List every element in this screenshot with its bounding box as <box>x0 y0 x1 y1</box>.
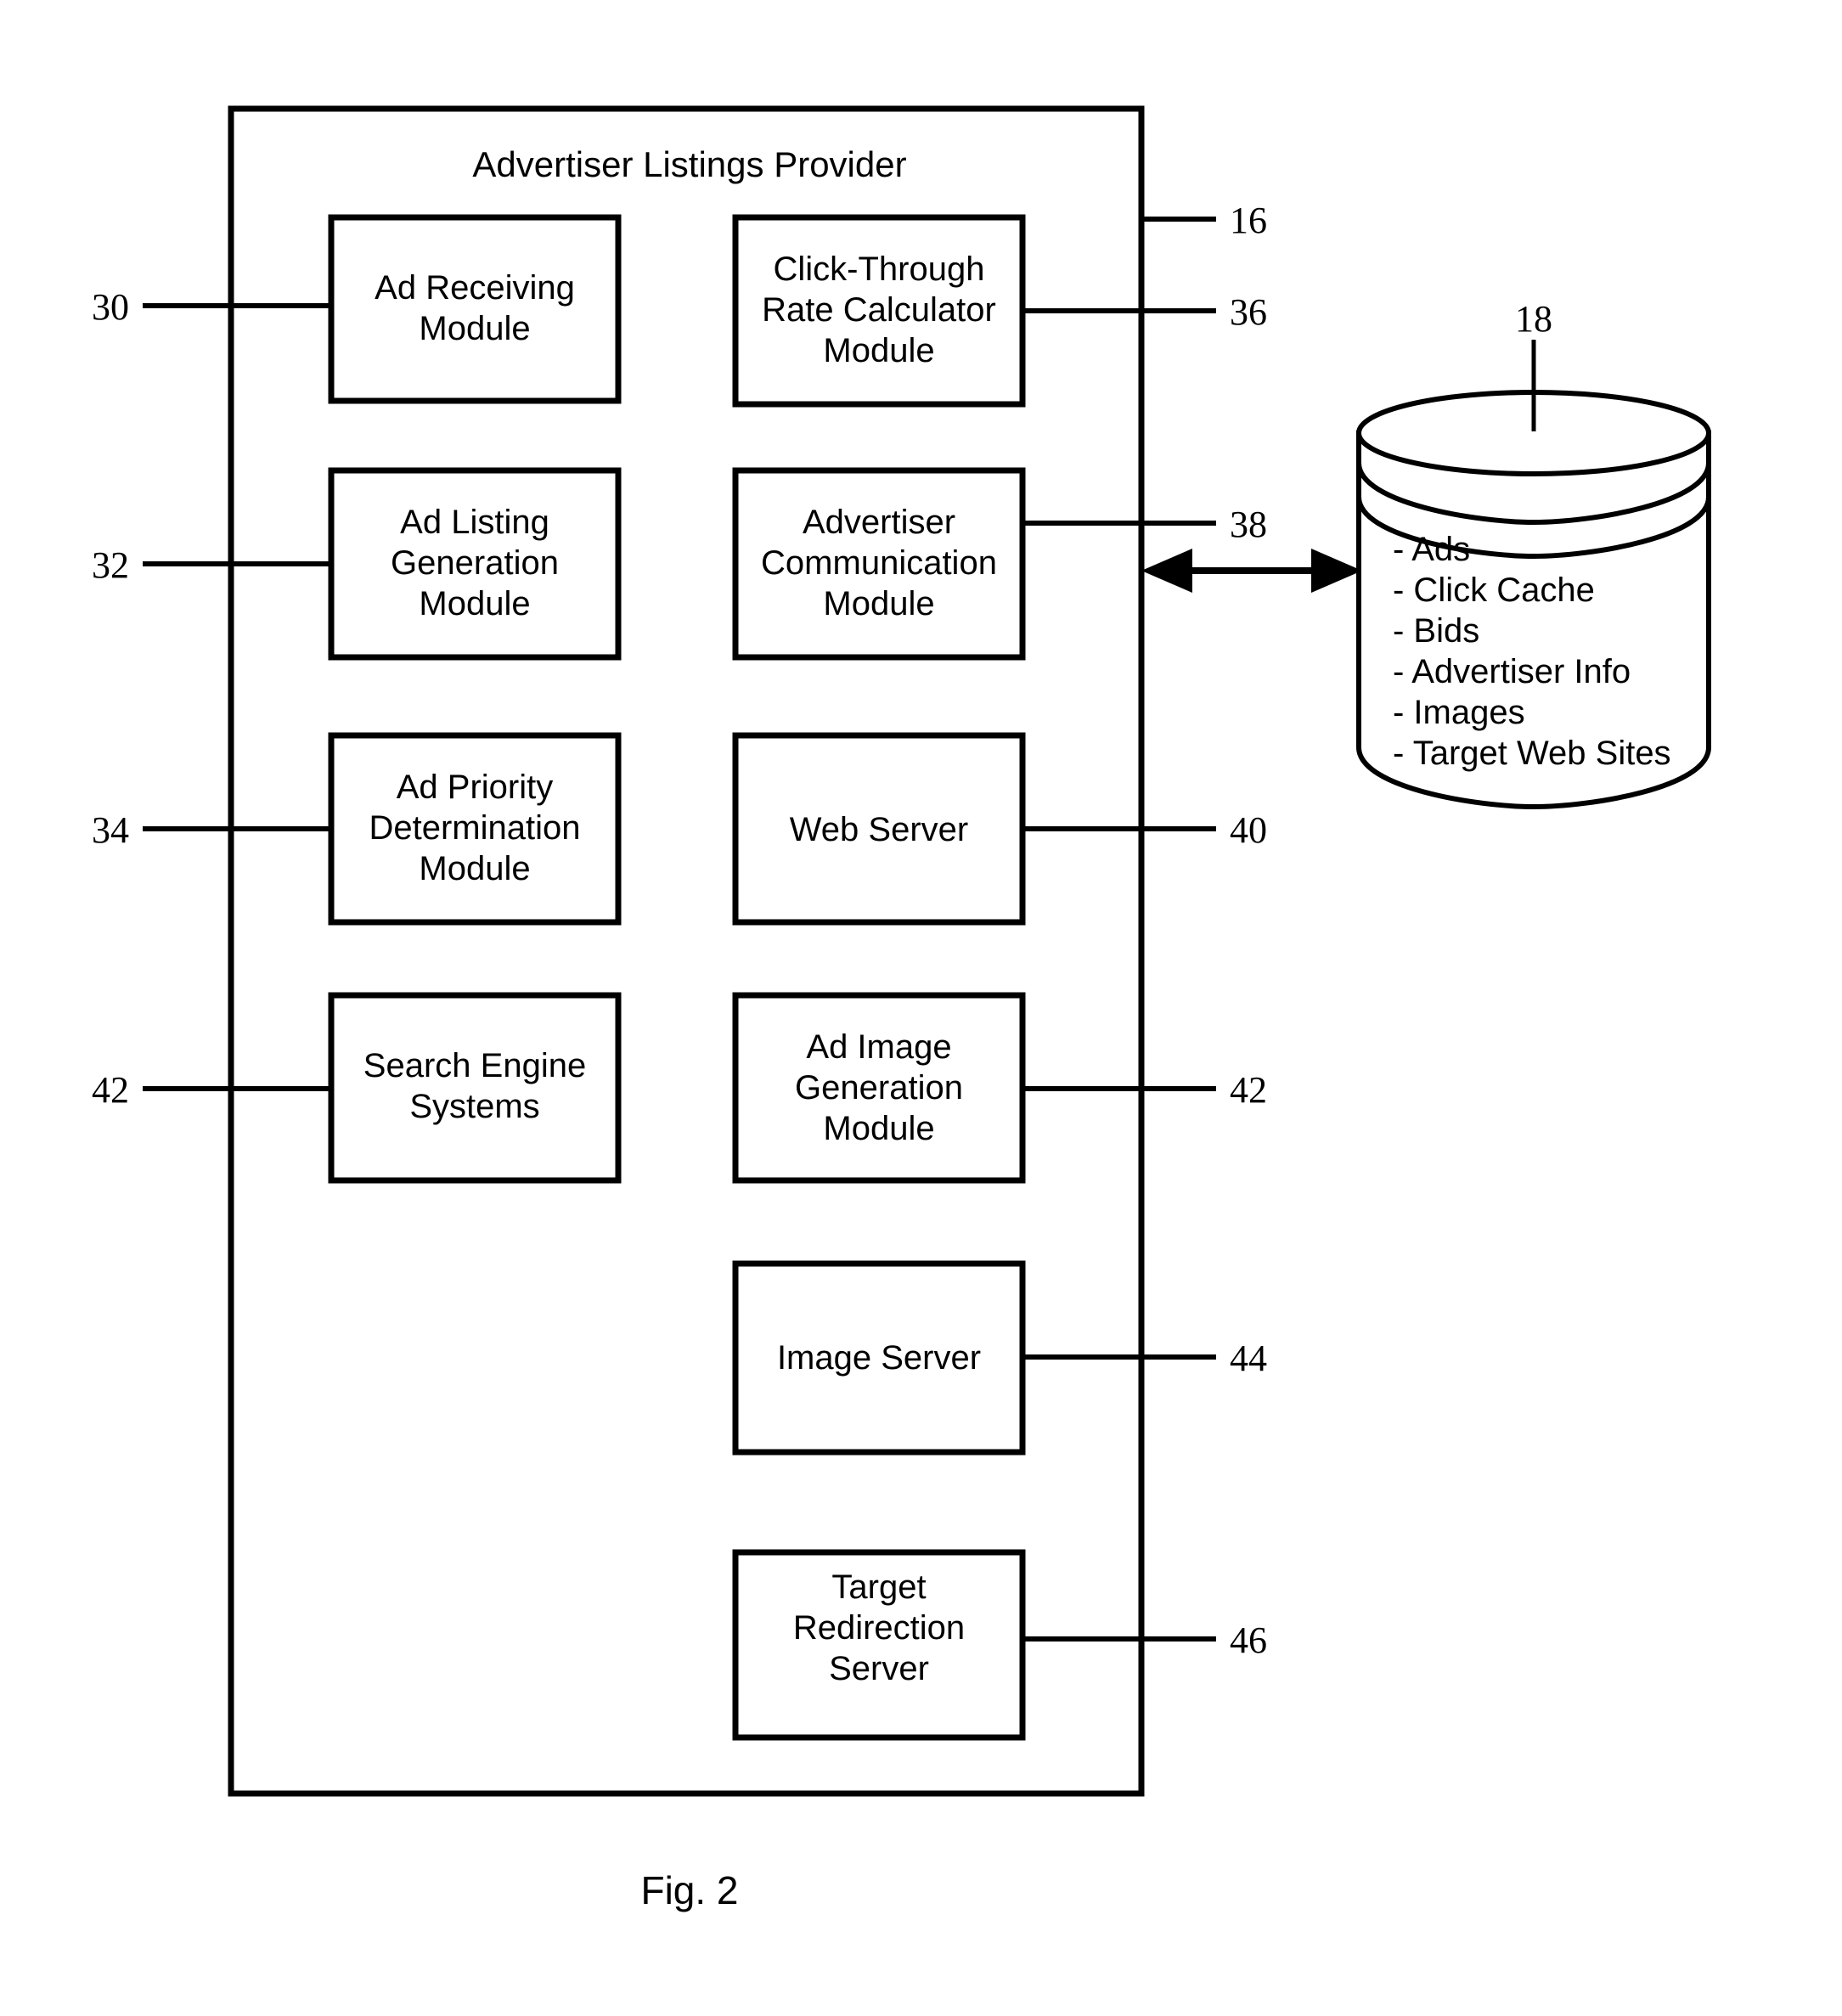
database-item: - Images <box>1393 694 1525 731</box>
ref-number-34: 34 <box>92 809 129 851</box>
module-label-line: Determination <box>369 809 580 847</box>
module-label-line: Server <box>829 1650 929 1687</box>
arrow-head-right <box>1311 549 1362 593</box>
module-label-line: Module <box>823 1110 934 1147</box>
database-item: - Bids <box>1393 612 1479 650</box>
module-label-line: Target <box>831 1568 926 1606</box>
module-label-line: Rate Calculator <box>762 291 996 329</box>
ref-number-36: 36 <box>1230 291 1267 333</box>
ref-number-18: 18 <box>1515 298 1552 340</box>
database-item: - Advertiser Info <box>1393 653 1631 690</box>
module-label-line: Ad Priority <box>397 769 554 806</box>
database-item: - Ads <box>1393 531 1470 568</box>
database-item: - Target Web Sites <box>1393 735 1671 772</box>
module-label-line: Module <box>419 585 530 622</box>
module-label-line: Ad Listing <box>400 504 549 541</box>
arrow-head-left <box>1141 549 1192 593</box>
module-label-line: Web Server <box>790 811 968 848</box>
provider-title: Advertiser Listings Provider <box>472 144 906 184</box>
ref-number-40: 40 <box>1230 809 1267 851</box>
module-label-line: Image Server <box>777 1339 981 1377</box>
module-box-ad-receiving[interactable] <box>328 214 622 404</box>
module-label-line: Redirection <box>793 1609 965 1647</box>
module-label-line: Generation <box>795 1069 963 1107</box>
module-label-line: Module <box>823 585 934 622</box>
module-label-line: Module <box>419 310 530 347</box>
module-label-line: Generation <box>391 544 559 582</box>
module-label-line: Ad Receiving <box>375 269 575 307</box>
module-label-line: Module <box>823 332 934 369</box>
figure-caption: Fig. 2 <box>640 1868 738 1912</box>
module-label-line: Search Engine <box>363 1047 586 1084</box>
bidirectional-arrow-container-database <box>1141 549 1362 593</box>
ref-number-30: 30 <box>92 286 129 328</box>
ref-number-44: 44 <box>1230 1337 1267 1379</box>
module-label-line: Advertiser <box>803 504 955 541</box>
ref-number-42-right: 42 <box>1230 1069 1267 1111</box>
ref-number-42-left: 42 <box>92 1069 129 1111</box>
patent-figure-diagram: Advertiser Listings Provider 16 Ad Recei… <box>92 105 1711 1912</box>
figure-root: Advertiser Listings Provider 16 Ad Recei… <box>0 0 1842 2016</box>
module-label-line: Systems <box>409 1088 539 1125</box>
ref-number-16: 16 <box>1230 200 1267 241</box>
ref-number-46: 46 <box>1230 1619 1267 1661</box>
ref-number-38: 38 <box>1230 504 1267 545</box>
module-label-line: Ad Image <box>806 1028 951 1066</box>
module-label-line: Communication <box>761 544 997 582</box>
module-label-line: Module <box>419 850 530 887</box>
database-item: - Click Cache <box>1393 572 1595 609</box>
ref-number-32: 32 <box>92 544 129 586</box>
module-label-line: Click-Through <box>774 251 985 288</box>
